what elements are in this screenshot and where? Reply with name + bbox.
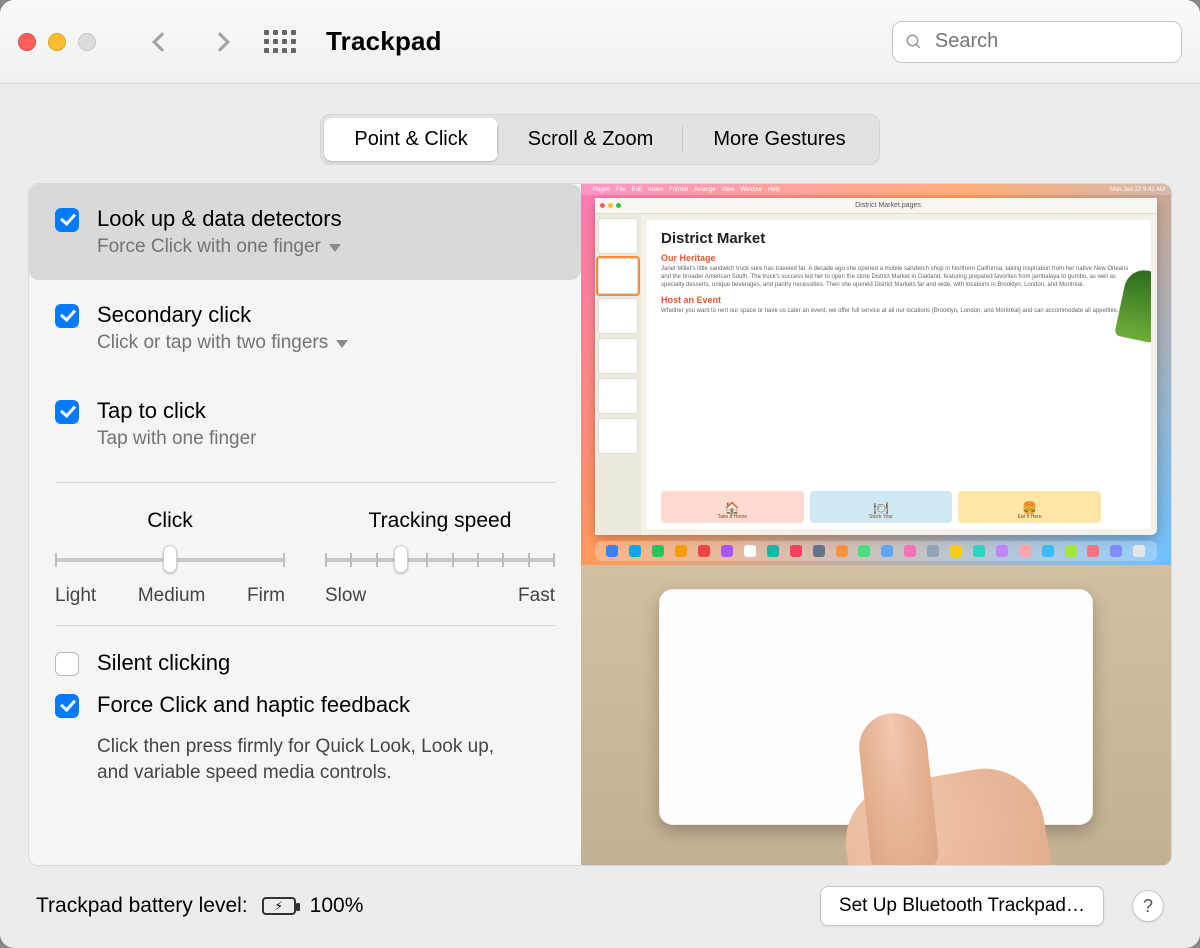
tracking-slider-knob[interactable] (394, 545, 408, 573)
divider (55, 625, 555, 626)
option-lookup-title: Look up & data detectors (97, 206, 342, 232)
tracking-label-fast: Fast (518, 585, 555, 607)
chevron-down-icon (336, 340, 348, 348)
checkbox-silent-clicking[interactable] (55, 652, 79, 676)
prefs-window: Trackpad Point & Click Scroll & Zoom Mor… (0, 0, 1200, 948)
settings-panel: Look up & data detectors Force Click wit… (28, 183, 1172, 866)
footer: Trackpad battery level: ⚡︎ 100% Set Up B… (28, 866, 1172, 938)
content-area: Point & Click Scroll & Zoom More Gesture… (0, 84, 1200, 948)
tab-point-click[interactable]: Point & Click (324, 118, 497, 161)
show-all-icon[interactable] (264, 30, 296, 53)
option-tap-sub: Tap with one finger (97, 428, 257, 450)
tracking-slider[interactable] (325, 547, 555, 571)
option-secondary-click[interactable]: Secondary click Click or tap with two fi… (29, 280, 581, 376)
click-label-firm: Firm (247, 585, 285, 607)
option-tap-to-click[interactable]: Tap to click Tap with one finger (29, 376, 581, 472)
checkbox-secondary-click[interactable] (55, 304, 79, 328)
force-click-label: Force Click and haptic feedback (97, 692, 410, 718)
chevron-left-icon (152, 32, 172, 52)
tab-bar: Point & Click Scroll & Zoom More Gesture… (320, 114, 879, 165)
preview-doc-filename: District Market.pages (855, 202, 921, 209)
preview-thumbnails (595, 214, 641, 535)
click-slider-title: Click (147, 509, 193, 533)
preview-desk (581, 565, 1171, 865)
close-icon[interactable] (18, 33, 36, 51)
option-secondary-menu[interactable]: Click or tap with two fingers (97, 332, 348, 354)
chevron-right-icon (210, 32, 230, 52)
window-title: Trackpad (326, 26, 442, 57)
preview-app-window: District Market.pages District Market Ou… (595, 198, 1157, 535)
option-silent-clicking[interactable]: Silent clicking (55, 650, 555, 676)
chevron-down-icon (329, 244, 341, 252)
battery-percent: 100% (310, 894, 364, 918)
option-force-click[interactable]: Force Click and haptic feedback (55, 692, 555, 718)
battery-label: Trackpad battery level: (36, 894, 248, 918)
option-secondary-title: Secondary click (97, 302, 348, 328)
options-column: Look up & data detectors Force Click wit… (29, 184, 581, 865)
click-slider-group: Click Light Medium Firm (55, 509, 285, 607)
search-icon (905, 32, 923, 52)
click-label-light: Light (55, 585, 96, 607)
preview-dock (595, 541, 1157, 561)
click-label-medium: Medium (138, 585, 206, 607)
tab-more-gestures[interactable]: More Gestures (683, 118, 875, 161)
option-lookup[interactable]: Look up & data detectors Force Click wit… (29, 184, 581, 280)
back-button[interactable] (140, 20, 184, 64)
preview-doc-title: District Market (661, 230, 1137, 247)
tab-scroll-zoom[interactable]: Scroll & Zoom (498, 118, 684, 161)
gesture-preview: Pages File Edit Insert Format Arrange Vi… (581, 184, 1171, 865)
option-lookup-menu[interactable]: Force Click with one finger (97, 236, 342, 258)
force-click-help: Click then press firmly for Quick Look, … (97, 734, 517, 785)
tracking-label-slow: Slow (325, 585, 366, 607)
click-slider[interactable] (55, 547, 285, 571)
titlebar: Trackpad (0, 0, 1200, 84)
tracking-slider-group: Tracking speed Slow Fast (325, 509, 555, 607)
option-tap-title: Tap to click (97, 398, 257, 424)
checkbox-lookup[interactable] (55, 208, 79, 232)
search-input[interactable] (933, 29, 1169, 54)
preview-screen: Pages File Edit Insert Format Arrange Vi… (581, 184, 1171, 565)
checkbox-force-click[interactable] (55, 694, 79, 718)
window-controls (18, 33, 96, 51)
tracking-slider-title: Tracking speed (369, 509, 512, 533)
forward-button[interactable] (198, 20, 242, 64)
checkbox-tap-to-click[interactable] (55, 400, 79, 424)
bottom-options: Silent clicking Force Click and haptic f… (29, 636, 581, 799)
setup-bluetooth-button[interactable]: Set Up Bluetooth Trackpad… (820, 886, 1104, 926)
click-slider-knob[interactable] (163, 545, 177, 573)
option-lookup-labels: Look up & data detectors Force Click wit… (97, 206, 342, 258)
zoom-icon (78, 33, 96, 51)
sliders-row: Click Light Medium Firm Tra (29, 493, 581, 615)
silent-clicking-label: Silent clicking (97, 650, 230, 676)
search-field[interactable] (892, 21, 1182, 63)
charging-icon: ⚡︎ (274, 900, 282, 912)
preview-document: District Market Our Heritage Janet Mille… (647, 220, 1151, 529)
battery-icon: ⚡︎ (262, 897, 296, 915)
minimize-icon[interactable] (48, 33, 66, 51)
help-button[interactable]: ? (1132, 890, 1164, 922)
divider (55, 482, 555, 483)
preview-menubar: Pages File Edit Insert Format Arrange Vi… (581, 184, 1171, 195)
